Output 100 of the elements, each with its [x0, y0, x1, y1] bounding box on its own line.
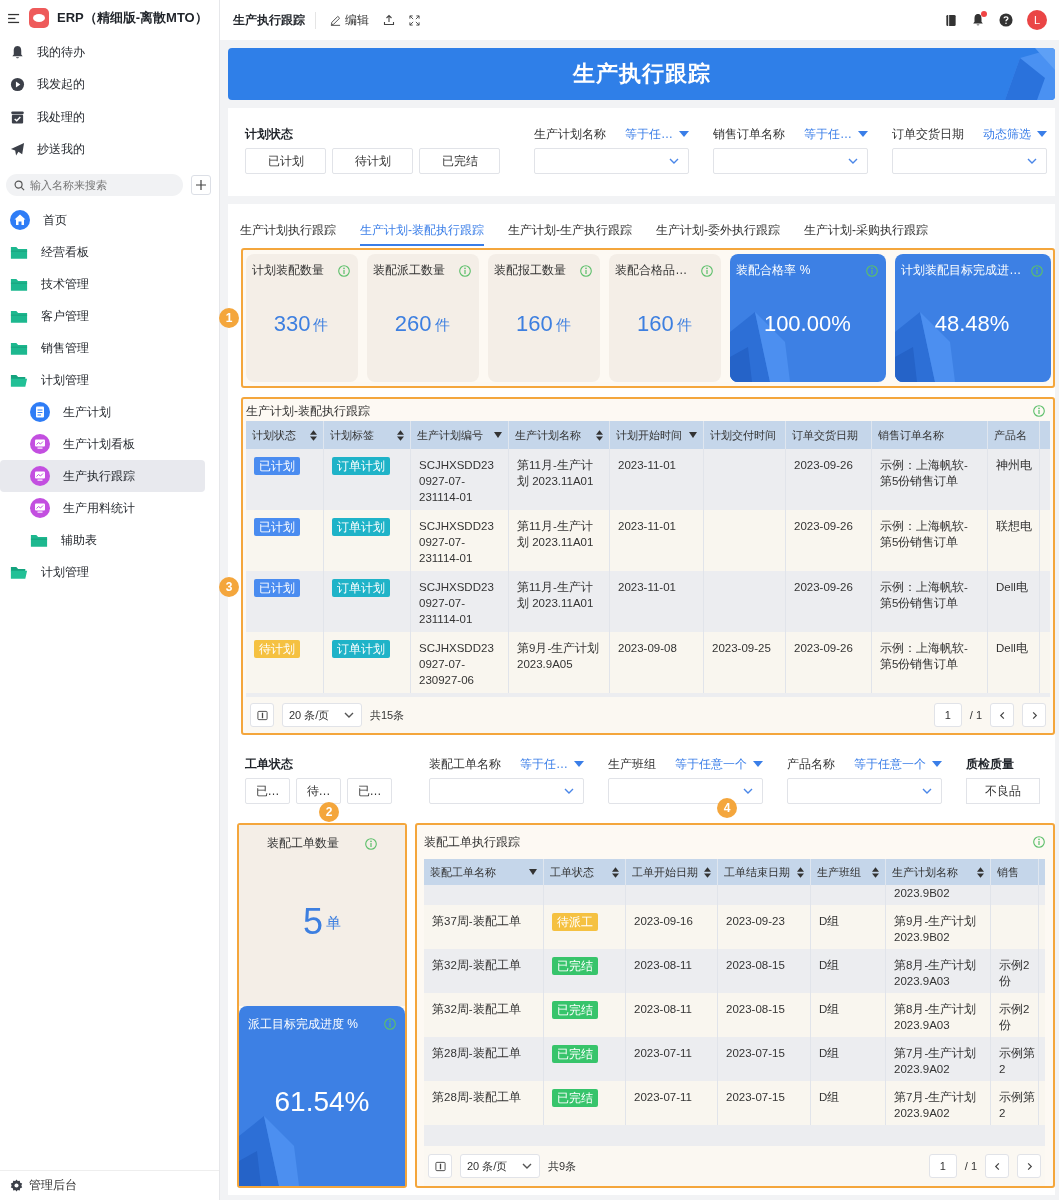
status-option[interactable]: 已…: [245, 778, 290, 804]
help-icon[interactable]: [999, 13, 1013, 27]
column-header[interactable]: 装配工单名称: [430, 864, 496, 880]
status-option[interactable]: 待…: [296, 778, 341, 804]
column-header[interactable]: 计划交付时间: [710, 427, 776, 443]
column-header[interactable]: 销售订单名称: [878, 427, 944, 443]
menu-item[interactable]: 我的待办: [0, 36, 219, 69]
column-header[interactable]: 产品名: [994, 427, 1027, 443]
operator-link[interactable]: 等于任…: [625, 125, 673, 143]
table-cell: 示例2份: [999, 1003, 1030, 1031]
operator-link[interactable]: 等于任…: [804, 125, 852, 143]
menu-item[interactable]: 抄送我的: [0, 133, 219, 166]
admin-link[interactable]: 管理后台: [0, 1170, 219, 1200]
caret-icon[interactable]: [494, 432, 502, 438]
operator-link[interactable]: 等于任…: [520, 755, 568, 773]
nav-item[interactable]: 计划管理: [0, 364, 205, 396]
status-option[interactable]: 已计划: [245, 148, 326, 174]
column-header[interactable]: 计划标签: [330, 427, 374, 443]
column-header[interactable]: 生产计划名称: [515, 427, 581, 443]
status-option[interactable]: 待计划: [332, 148, 413, 174]
operator-link[interactable]: 等于任意一个: [854, 755, 926, 773]
sort-icon[interactable]: [872, 866, 879, 878]
menu-item[interactable]: 我发起的: [0, 68, 219, 101]
table-cell: 示例：上海帆软-第5份销售订单: [880, 520, 968, 548]
caret-icon[interactable]: [689, 432, 697, 438]
metric-value: 260: [394, 310, 432, 337]
add-button[interactable]: [191, 175, 211, 195]
filter-label: 产品名称: [787, 755, 835, 773]
select-field[interactable]: [534, 148, 689, 174]
nav-item[interactable]: 生产计划看板: [0, 428, 205, 460]
nav-item[interactable]: 辅助表: [0, 524, 205, 556]
select-field[interactable]: [429, 778, 584, 804]
tab[interactable]: 生产计划-委外执行跟踪: [656, 204, 780, 246]
column-header[interactable]: 工单开始日期: [632, 864, 698, 880]
tab[interactable]: 生产计划-装配执行跟踪: [360, 204, 484, 246]
menu-icon[interactable]: [8, 12, 21, 24]
column-settings-button[interactable]: [428, 1154, 452, 1178]
upload-icon[interactable]: [383, 14, 395, 26]
annotation-marker: 1: [219, 308, 239, 328]
status-option[interactable]: 已完结: [419, 148, 500, 174]
status-option[interactable]: 已…: [347, 778, 392, 804]
nav-item[interactable]: 销售管理: [0, 332, 205, 364]
fullscreen-icon[interactable]: [409, 14, 420, 26]
column-header[interactable]: 生产计划名称: [892, 864, 958, 880]
menu-item[interactable]: 我处理的: [0, 101, 219, 134]
notification-icon[interactable]: [971, 13, 985, 27]
tab[interactable]: 生产计划-生产执行跟踪: [508, 204, 632, 246]
nav-item[interactable]: 生产计划: [0, 396, 205, 428]
table-cell: SCJHXSDD230927-07-231114-01: [419, 520, 494, 564]
select-field[interactable]: [787, 778, 942, 804]
table-cell: Dell电: [996, 581, 1028, 593]
quality-option[interactable]: 不良品: [966, 778, 1040, 804]
nav-item[interactable]: 客户管理: [0, 300, 205, 332]
nav-item[interactable]: 首页: [0, 204, 205, 236]
status-tag: 待派工: [552, 913, 598, 931]
user-avatar[interactable]: L: [1027, 10, 1047, 30]
nav-item[interactable]: 生产执行跟踪: [0, 460, 205, 492]
column-settings-button[interactable]: [250, 703, 274, 727]
sort-icon[interactable]: [704, 866, 711, 878]
select-field[interactable]: [713, 148, 868, 174]
nav-item[interactable]: 经营看板: [0, 236, 205, 268]
nav-item[interactable]: 技术管理: [0, 268, 205, 300]
column-header[interactable]: 销售: [997, 864, 1019, 880]
banner-title: 生产执行跟踪: [572, 60, 711, 88]
page-input[interactable]: 1: [928, 1154, 957, 1178]
column-header[interactable]: 工单结束日期: [724, 864, 790, 880]
tab[interactable]: 生产计划-采购执行跟踪: [804, 204, 928, 246]
column-header[interactable]: 订单交货日期: [792, 427, 858, 443]
column-header[interactable]: 生产班组: [817, 864, 861, 880]
filter-label: 订单交货日期: [892, 125, 964, 143]
select-field[interactable]: [608, 778, 763, 804]
page-size-select[interactable]: 20 条/页: [460, 1154, 540, 1178]
column-header[interactable]: 工单状态: [550, 864, 594, 880]
metric-label: 计划装配数量: [252, 262, 324, 279]
column-header[interactable]: 生产计划编号: [417, 427, 483, 443]
tab[interactable]: 生产计划执行跟踪: [240, 204, 336, 246]
column-settings-icon: [256, 709, 268, 721]
table-cell: 示例：上海帆软-第5份销售订单: [880, 459, 968, 487]
operator-link[interactable]: 动态筛选: [983, 125, 1031, 143]
page-size-select[interactable]: 20 条/页: [282, 703, 362, 727]
operator-link[interactable]: 等于任意一个: [675, 755, 747, 773]
search-field[interactable]: 输入名称来搜索: [6, 174, 183, 196]
caret-icon[interactable]: [529, 869, 537, 875]
edit-button[interactable]: 编辑: [330, 11, 369, 29]
sort-icon[interactable]: [310, 429, 317, 441]
sort-icon[interactable]: [977, 866, 984, 878]
nav-item[interactable]: 计划管理: [0, 556, 205, 588]
nav-item[interactable]: 生产用料统计: [0, 492, 205, 524]
sort-icon[interactable]: [596, 429, 603, 441]
column-header[interactable]: 计划状态: [252, 427, 296, 443]
select-field[interactable]: [892, 148, 1047, 174]
book-icon[interactable]: [945, 13, 957, 27]
column-header[interactable]: 计划开始时间: [616, 427, 682, 443]
sort-icon[interactable]: [397, 429, 404, 441]
sort-icon[interactable]: [797, 866, 804, 878]
sort-icon[interactable]: [612, 866, 619, 878]
caret-icon: [858, 130, 868, 138]
page-input[interactable]: 1: [933, 703, 962, 727]
table-cell: 2023-09-25: [712, 642, 771, 654]
metric-label: 装配合格率 %: [736, 262, 811, 279]
